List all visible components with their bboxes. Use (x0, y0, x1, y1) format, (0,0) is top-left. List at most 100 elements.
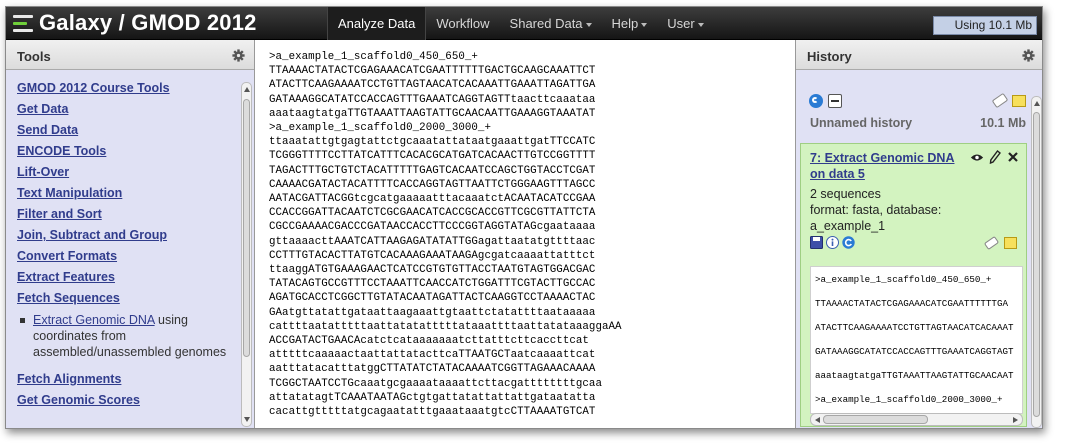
nav-analyze-data[interactable]: Analyze Data (327, 7, 427, 40)
gear-icon[interactable] (1022, 49, 1035, 62)
tool-section-join-subtract-and-group[interactable]: Join, Subtract and Group (17, 225, 237, 246)
rerun-icon[interactable] (842, 236, 855, 249)
nav-user[interactable]: User (657, 7, 713, 40)
sequence-line: TTAAAACTATACTCGAGAAACATCGAATTTTTTGACTGCA… (269, 65, 596, 78)
tool-section-send-data[interactable]: Send Data (17, 120, 237, 141)
sequence-line: ATACTTCAAGAAAATCCTGTTAGTAACATCACAAATTGAA… (269, 79, 596, 92)
nav-label: User (667, 16, 695, 31)
main-nav: Analyze Data Workflow Shared Data Help User (327, 7, 714, 40)
brand-title[interactable]: Galaxy / GMOD 2012 (39, 10, 257, 36)
sequence-line: aatttatacatttatggCTTATATCTATACAAAATCGGTT… (269, 363, 596, 376)
sequence-line: CGCCGAAAACGACCCGATAACCACCTTCCCGGTAGGTATA… (269, 221, 596, 234)
fasta-header-line: >a_example_1_scaffold0_450_650_+ (269, 51, 478, 63)
sequence-line: CCACCGGATTACAATCTCGCGAACATCACCGCACCGTTCG… (269, 207, 596, 220)
tag-icon[interactable] (991, 92, 1009, 109)
nav-help[interactable]: Help (602, 7, 658, 40)
peek-horizontal-scrollbar[interactable] (810, 413, 1023, 426)
tool-panel-header: Tools (6, 40, 254, 70)
gear-icon[interactable] (232, 49, 245, 62)
tool-section-fetch-alignments[interactable]: Fetch Alignments (17, 369, 237, 390)
history-panel-title: History (807, 49, 852, 64)
info-icon[interactable] (826, 236, 839, 249)
dataset-title[interactable]: 7: Extract Genomic DNA on data 5 (810, 150, 960, 182)
sequence-line: atttttcaaaaactaattattatacttcaTTAATGCTaat… (269, 349, 596, 362)
annotation-icon[interactable] (1012, 95, 1026, 107)
eye-icon[interactable] (970, 153, 984, 162)
scroll-up-arrow-icon[interactable] (1034, 101, 1040, 106)
sequence-line: CAAAACGATACTACATTTTCACCAGGTAGTTAATTCTGGG… (269, 178, 596, 191)
nav-label: Help (611, 16, 639, 31)
scrollbar-thumb[interactable] (823, 415, 928, 424)
collapse-icon[interactable] (828, 94, 842, 108)
sequence-line: GAatgttatattgataattaagaaattgtaattctatatt… (269, 306, 596, 319)
peek-line: aaataagtatgaTTGTAAATTAAGTATTGCAACAAT (815, 370, 1014, 381)
sequence-line: cacattgtttttatgcagaatatttgaaataaatgtcCTT… (269, 406, 596, 419)
annotation-icon[interactable] (1004, 237, 1017, 249)
refresh-icon[interactable] (809, 94, 823, 108)
sequence-line: CCTTTGTACACTTATGTCACAAAGAAATAAGAgcgatcaa… (269, 249, 596, 262)
galaxy-logo-icon[interactable] (13, 14, 33, 34)
sequence-line: ttaaggATGTGAAAGAACTCATCCGTGTGTTACCTAATGT… (269, 264, 596, 277)
tag-icon[interactable] (983, 235, 1000, 251)
caret-down-icon (585, 22, 592, 27)
tool-panel-scrollbar[interactable] (241, 82, 252, 427)
peek-line: >a_example_1_scaffold0_2000_3000_+ (815, 394, 1003, 405)
nav-label: Shared Data (509, 16, 583, 31)
scroll-up-arrow-icon[interactable] (244, 87, 250, 92)
history-name[interactable]: Unnamed history (810, 116, 912, 130)
pencil-icon[interactable] (989, 150, 1001, 164)
sequence-line: ttaaatattgtgagtattctgcaaatattataatgaaatt… (269, 136, 596, 149)
tool-link-extract-genomic-dna[interactable]: Extract Genomic DNA (33, 313, 155, 327)
sequence-line: TCGGCTAATCCTGcaaatgcgaaaataaaattcttacgat… (269, 377, 602, 390)
sequence-line: cattttaatatttttaattatatatttttataaattttaa… (269, 320, 622, 333)
tool-section-encode-tools[interactable]: ENCODE Tools (17, 141, 237, 162)
dataset-view: >a_example_1_scaffold0_450_650_+ TTAAAACT… (258, 40, 794, 428)
tool-section-filter-and-sort[interactable]: Filter and Sort (17, 204, 237, 225)
history-size: 10.1 Mb (980, 116, 1026, 130)
fasta-header-line: >a_example_1_scaffold0_2000_3000_+ (269, 122, 491, 135)
nav-workflow[interactable]: Workflow (426, 7, 499, 40)
dataset-peek: >a_example_1_scaffold0_450_650_+ TTAAAACT… (810, 266, 1023, 414)
dataset-info: 2 sequences format: fasta, database: a_exa… (810, 186, 1010, 234)
delete-icon[interactable] (1007, 151, 1019, 163)
sequence-line: AATACGATTACGGtcgcatgaaaaatttacaaatctACAA… (269, 193, 596, 206)
bullet-icon (20, 318, 25, 323)
sequence-line: aaataagtatgaTTGTAAATTAAGTATTGCAACAATTGAA… (269, 107, 596, 120)
save-icon[interactable] (810, 236, 823, 249)
tool-section-get-data[interactable]: Get Data (17, 99, 237, 120)
dataset-info-line: 2 sequences (810, 187, 881, 201)
scroll-left-arrow-icon[interactable] (815, 417, 820, 423)
caret-down-icon (697, 22, 704, 27)
tool-item-extract-genomic-dna[interactable]: Extract Genomic DNA using coordinates fr… (17, 312, 237, 360)
tool-section-get-genomic-scores[interactable]: Get Genomic Scores (17, 390, 237, 411)
tool-section-extract-features[interactable]: Extract Features (17, 267, 237, 288)
tool-section-lift-over[interactable]: Lift-Over (17, 162, 237, 183)
usage-meter: Using 10.1 Mb (933, 16, 1037, 35)
sequence-line: AGATGCACCTCGGCTTGTATACAATAGATTACTCAAGGTC… (269, 292, 596, 305)
peek-line: ATACTTCAAGAAAATCCTGTTAGTAACATCACAAAT (815, 322, 1014, 333)
tool-section-convert-formats[interactable]: Convert Formats (17, 246, 237, 267)
nav-shared-data[interactable]: Shared Data (500, 7, 602, 40)
history-panel-header: History (796, 40, 1042, 70)
tool-section-fetch-sequences[interactable]: Fetch Sequences (17, 288, 237, 309)
sequence-line: ACCGATACTGAACAcatctcataaaaaaatcttatttctt… (269, 335, 589, 348)
tool-section-gmod-2012-course-tools[interactable]: GMOD 2012 Course Tools (17, 78, 237, 99)
tool-panel: Tools GMOD 2012 Course Tools Get Data Send… (6, 40, 255, 428)
tool-list: GMOD 2012 Course Tools Get Data Send Data E… (17, 78, 237, 411)
tool-section-text-manipulation[interactable]: Text Manipulation (17, 183, 237, 204)
sequence-line: GATAAAGGCATATCCACCAGTTTGAAATCAGGTAGTTtaa… (269, 93, 596, 106)
scrollbar-thumb[interactable] (1033, 112, 1040, 417)
dataset-info-line: a_example_1 (810, 219, 886, 233)
scroll-right-arrow-icon[interactable] (1013, 417, 1018, 423)
galaxy-window: Galaxy / GMOD 2012 Analyze Data Workflow S… (5, 6, 1043, 429)
history-panel: History Unnamed history 10.1 Mb 7: Extra… (795, 40, 1042, 428)
fasta-sequence-text: >a_example_1_scaffold0_450_650_+ TTAAAACT… (269, 50, 794, 419)
scrollbar-thumb[interactable] (243, 99, 250, 357)
masthead: Galaxy / GMOD 2012 Analyze Data Workflow S… (6, 7, 1042, 40)
dataset-actions (810, 236, 855, 249)
scroll-down-arrow-icon[interactable] (244, 417, 250, 422)
sequence-line: gttaaaacttAAATCATTAAGAGATATATTGGagattaat… (269, 235, 596, 248)
sequence-line: TCGGGTTTTCCTTATCATTTCACACGCATGATCACAACTT… (269, 150, 596, 163)
history-scrollbar[interactable] (1031, 96, 1042, 428)
sequence-line: attatatagtTCAAATAATAGctgtgattatattattatt… (269, 391, 596, 404)
